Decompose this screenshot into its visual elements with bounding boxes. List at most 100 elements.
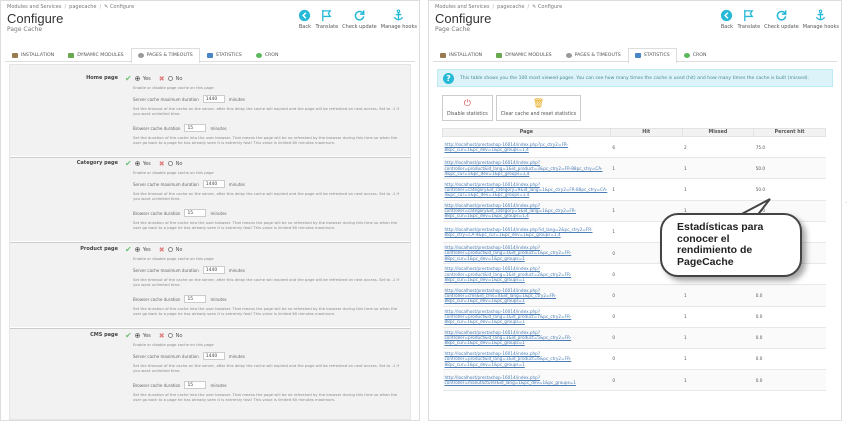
page-link[interactable]: http://localhost/prestashop-16014/index.…	[442, 284, 611, 307]
clear-cache-button[interactable]: 🗑 Clear cache and reset statistics	[495, 95, 582, 121]
breadcrumb-module[interactable]: pagecache	[497, 4, 524, 10]
page-link[interactable]: http://localhost/prestashop-16014/index.…	[442, 221, 611, 243]
breadcrumb: Modules and Services / pagecache / ✎ Configu…	[7, 4, 135, 10]
no-label: No	[175, 332, 183, 339]
hit-cell: 0	[610, 369, 682, 392]
server-cache-field: Server cache maximum duration 1440 minutes	[133, 95, 245, 103]
info-icon: ?	[443, 73, 454, 84]
no-radio[interactable]	[167, 247, 173, 252]
tab-cron[interactable]: CRON	[249, 48, 286, 62]
browser-cache-input[interactable]: 15	[184, 209, 207, 217]
browser-cache-help: Set the duration of the cache into the u…	[133, 220, 398, 230]
browser-cache-help: Set the duration of the cache into the u…	[133, 135, 398, 145]
tab-label: STATISTICS	[643, 53, 670, 58]
server-cache-help: Set the timeout of the cache on the serv…	[133, 191, 399, 201]
yes-radio[interactable]	[134, 76, 140, 81]
tab-label: INSTALLATION	[449, 53, 483, 58]
browser-cache-field: Browser cache duration 15 minutes	[133, 295, 227, 303]
page-link[interactable]: http://localhost/prestashop-16014/index.…	[442, 306, 611, 328]
manage-hooks-label: Manage hooks	[380, 24, 417, 30]
translate-button[interactable]: Translate	[737, 9, 760, 30]
no-radio[interactable]	[167, 333, 173, 338]
tab-bar: INSTALLATION DYNAMIC MODULES PAGES & TIM…	[433, 48, 837, 63]
enable-toggle: ✔ Yes ✖ No	[125, 245, 182, 254]
check-update-label: Check update	[342, 24, 377, 30]
refresh-icon	[776, 10, 787, 21]
yes-label: Yes	[142, 160, 151, 167]
breadcrumb-module[interactable]: pagecache	[69, 4, 96, 10]
section-label: Product page	[80, 246, 118, 252]
server-cache-field: Server cache maximum duration 1440 minutes	[133, 266, 245, 274]
missed-cell: 1	[682, 348, 754, 371]
disable-statistics-button[interactable]: ⏻ Disable statistics	[442, 95, 493, 121]
no-label: No	[175, 246, 183, 253]
tab-dynamic-modules[interactable]: DYNAMIC MODULES	[489, 48, 558, 62]
hit-cell: 0	[610, 306, 682, 328]
form-section: CMS page ✔ Yes ✖ No Enable or disable page ca…	[10, 322, 410, 406]
page-link[interactable]: http://localhost/prestashop-16014/index.…	[442, 157, 611, 180]
tab-label: PAGES & TIMEOUTS	[146, 53, 193, 58]
flag-icon	[322, 9, 332, 22]
check-update-button[interactable]: Check update	[764, 9, 799, 30]
tab-dynamic-modules[interactable]: DYNAMIC MODULES	[61, 48, 130, 62]
check-update-button[interactable]: Check update	[342, 9, 377, 30]
browser-cache-input[interactable]: 15	[184, 124, 207, 132]
breadcrumb-current: Configure	[109, 4, 135, 10]
page-link[interactable]: http://localhost/prestashop-16014/index.…	[442, 200, 611, 222]
translate-button[interactable]: Translate	[315, 9, 338, 30]
server-cache-input[interactable]: 1440	[202, 180, 225, 188]
no-radio[interactable]	[167, 76, 173, 81]
breadcrumb-modules[interactable]: Modules and Services	[435, 4, 489, 10]
manage-hooks-button[interactable]: Manage hooks	[803, 9, 839, 30]
page-link[interactable]: http://localhost/prestashop-16014/index.…	[442, 327, 611, 349]
config-panel-statistics: Modules and Services / pagecache / ✎ Configu…	[428, 0, 842, 421]
page-link[interactable]: http://localhost/prestashop-16014/index.…	[442, 136, 611, 159]
section-label: CMS page	[90, 332, 118, 338]
manage-hooks-button[interactable]: Manage hooks	[381, 9, 417, 30]
browser-cache-input[interactable]: 15	[184, 381, 207, 389]
missed-cell: 1	[682, 178, 754, 201]
table-row: http://localhost/prestashop-16014/index.…	[442, 327, 826, 349]
server-cache-input[interactable]: 1440	[202, 352, 225, 360]
tab-installation[interactable]: INSTALLATION	[5, 48, 61, 62]
browser-cache-label: Browser cache duration	[133, 210, 181, 216]
yes-radio[interactable]	[134, 247, 140, 252]
server-cache-input[interactable]: 1440	[202, 266, 225, 274]
anchor-icon	[394, 9, 404, 21]
back-button[interactable]: Back	[298, 9, 311, 30]
page-link[interactable]: http://localhost/prestashop-16014/index.…	[442, 263, 611, 286]
back-button[interactable]: Back	[720, 9, 733, 30]
table-row: http://localhost/prestashop-16014/index.…	[442, 178, 826, 201]
breadcrumb-modules[interactable]: Modules and Services	[7, 4, 61, 10]
scroll-marker: ·	[845, 200, 847, 207]
yes-radio[interactable]	[134, 161, 140, 166]
manage-hooks-label: Manage hooks	[802, 24, 839, 30]
tab-cron[interactable]: CRON	[677, 48, 714, 62]
page-link[interactable]: http://localhost/prestashop-16014/index.…	[442, 242, 611, 265]
minutes-label: minutes	[210, 382, 227, 388]
installation-icon	[440, 53, 446, 58]
tab-pages-timeouts[interactable]: PAGES & TIMEOUTS	[130, 48, 200, 63]
minutes-label: minutes	[228, 353, 245, 359]
tab-installation[interactable]: INSTALLATION	[433, 48, 489, 62]
server-cache-label: Server cache maximum duration	[133, 267, 199, 273]
page-link[interactable]: http://localhost/prestashop-16014/index.…	[442, 369, 611, 392]
page-link[interactable]: http://localhost/prestashop-16014/index.…	[442, 348, 611, 371]
yes-radio[interactable]	[134, 333, 140, 338]
info-text: This table shows you the 100 most viewed…	[460, 75, 809, 81]
chart-icon	[634, 53, 641, 58]
percent-hit-cell: 75.0	[753, 136, 826, 159]
browser-cache-input[interactable]: 15	[184, 295, 207, 303]
puzzle-icon	[68, 53, 75, 58]
tab-pages-timeouts[interactable]: PAGES & TIMEOUTS	[559, 48, 628, 62]
server-cache-input[interactable]: 1440	[202, 95, 225, 103]
tab-statistics[interactable]: STATISTICS	[200, 48, 249, 62]
config-panel-pages: Modules and Services / pagecache / ✎ Configu…	[0, 0, 420, 421]
tab-statistics[interactable]: STATISTICS	[627, 48, 677, 63]
callout-text: Estadísticas para conocer el rendimiento…	[677, 221, 764, 268]
minutes-label: minutes	[210, 210, 227, 216]
page-link[interactable]: http://localhost/prestashop-16014/index.…	[442, 178, 611, 201]
no-radio[interactable]	[167, 161, 173, 166]
missed-cell: 2	[682, 136, 754, 159]
check-icon: ✔	[125, 245, 132, 254]
